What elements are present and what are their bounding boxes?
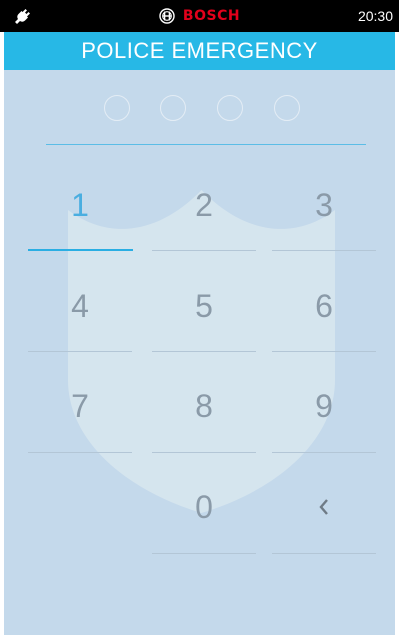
clock: 20:30 (357, 8, 393, 24)
key-6[interactable]: 6 (272, 266, 376, 346)
backspace-button[interactable] (272, 467, 376, 547)
key-2[interactable]: 2 (152, 165, 256, 245)
pin-underline (46, 144, 366, 145)
brand: BOSCH (0, 0, 399, 32)
brand-name: BOSCH (182, 8, 241, 24)
backspace-underline (272, 553, 376, 554)
bosch-logo-icon (159, 8, 175, 24)
keypad-panel: 1 2 3 4 5 6 7 8 9 0 (4, 70, 395, 635)
key-2-underline (152, 250, 256, 251)
status-bar: BOSCH 20:30 (0, 0, 399, 32)
pin-dot (160, 95, 186, 121)
chevron-left-icon (319, 499, 328, 515)
page-title: POLICE EMERGENCY (4, 32, 395, 70)
key-1[interactable]: 1 (28, 165, 132, 245)
key-8[interactable]: 8 (152, 366, 256, 446)
key-5-underline (152, 351, 256, 352)
key-7-underline (28, 452, 132, 453)
key-0-underline (152, 553, 256, 554)
page-title-text: POLICE EMERGENCY (81, 38, 318, 63)
key-1-underline (28, 249, 133, 251)
key-0[interactable]: 0 (152, 467, 256, 547)
key-4-underline (28, 351, 132, 352)
pin-indicator (4, 95, 395, 125)
key-9-underline (272, 452, 376, 453)
key-7[interactable]: 7 (28, 366, 132, 446)
pin-dot (104, 95, 130, 121)
pin-dot (274, 95, 300, 121)
key-4[interactable]: 4 (28, 266, 132, 346)
key-6-underline (272, 351, 376, 352)
key-5[interactable]: 5 (152, 266, 256, 346)
key-8-underline (152, 452, 256, 453)
key-3[interactable]: 3 (272, 165, 376, 245)
key-9[interactable]: 9 (272, 366, 376, 446)
pin-dot (217, 95, 243, 121)
key-3-underline (272, 250, 376, 251)
